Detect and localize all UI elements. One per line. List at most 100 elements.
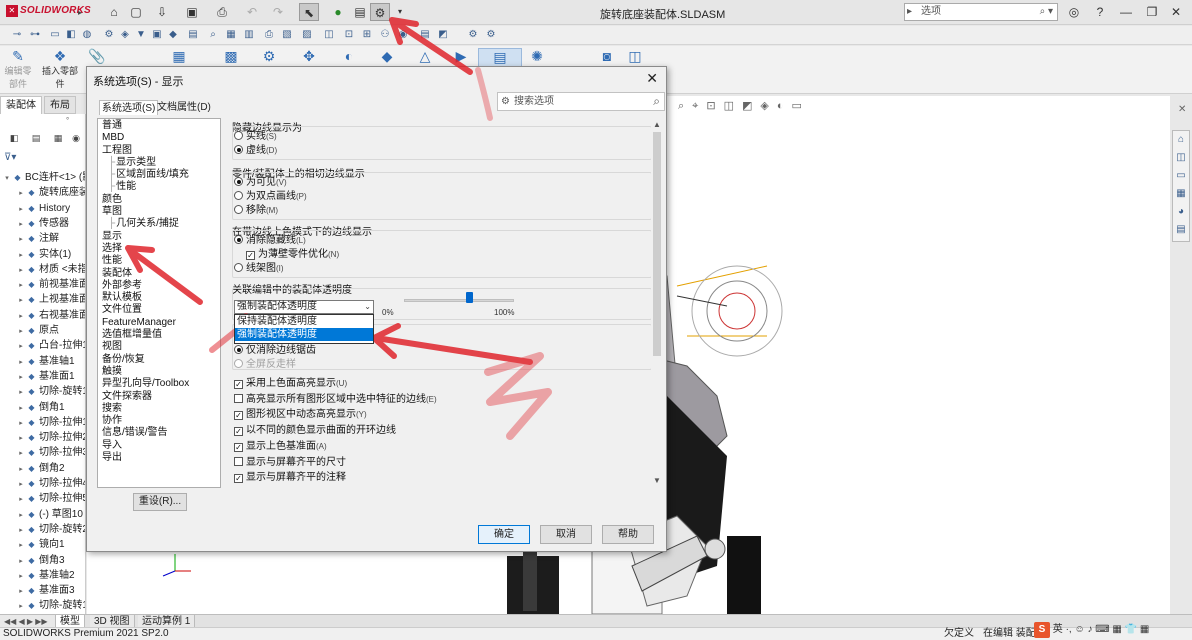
ime-toolbar[interactable]: S 英 ·, ☺ ♪ ⌨ ▦ 👕 ▦ xyxy=(1034,620,1149,638)
solidworks-resources-icon[interactable]: ⌂ xyxy=(1173,131,1189,149)
category-item[interactable]: 颜色 xyxy=(98,194,220,206)
category-item[interactable]: 备份/恢复 xyxy=(98,354,220,366)
toolbar-icon[interactable]: ◩ xyxy=(436,28,450,42)
expand-arrow-icon[interactable]: ▸ xyxy=(16,569,26,584)
toolbar-icon[interactable]: ▭ xyxy=(48,28,62,42)
design-library-icon[interactable]: ◫ xyxy=(1173,149,1189,167)
expand-arrow-icon[interactable]: ▸ xyxy=(16,492,26,507)
radio-phantom-button[interactable] xyxy=(234,191,243,200)
help-button[interactable]: 帮助 xyxy=(602,525,654,544)
radio-dashed[interactable]: 虚线(D) xyxy=(234,144,277,157)
tree-item[interactable]: ▸ ◆ 倒角3 xyxy=(16,553,64,569)
category-item[interactable]: 几何关系/捕捉 xyxy=(98,218,220,230)
tree-item[interactable]: ▸ ◆ 倒角1 xyxy=(16,400,64,415)
checkbox-box[interactable] xyxy=(234,456,243,466)
category-item[interactable]: 文件位置 xyxy=(98,304,220,316)
account-icon[interactable]: ◎ xyxy=(1064,4,1084,20)
tree-item[interactable]: ▸ ◆ 原点 xyxy=(16,323,59,338)
toolbar-icon[interactable]: ◉ xyxy=(396,28,410,42)
snapshot-button[interactable]: ◙ xyxy=(596,48,618,64)
category-item[interactable]: 搜索 xyxy=(98,403,220,415)
tree-item[interactable]: ▸ ◆ 传感器 xyxy=(16,216,69,231)
toolbar-icon[interactable]: ▤ xyxy=(418,28,432,42)
category-item[interactable]: FeatureManager xyxy=(98,317,220,329)
category-item[interactable]: 默认模板 xyxy=(98,292,220,304)
category-item[interactable]: 触摸 xyxy=(98,366,220,378)
expand-arrow-icon[interactable]: ▸ xyxy=(16,446,26,461)
expand-arrow-icon[interactable]: ▸ xyxy=(16,554,26,569)
expand-arrow-icon[interactable]: ▸ xyxy=(16,232,26,247)
view-palette-icon[interactable]: ▦ xyxy=(1173,185,1189,203)
command-search-input[interactable]: ▸ 选项 ⌕ ▾ xyxy=(904,3,1058,21)
category-item[interactable]: 区域剖面线/填充 xyxy=(98,169,220,181)
category-item[interactable]: 导出 xyxy=(98,452,220,464)
exploded-view-button[interactable]: ✺ xyxy=(526,48,548,64)
expand-arrow-icon[interactable]: ▸ xyxy=(16,523,26,538)
tab-layout[interactable]: 布局 xyxy=(44,96,76,114)
toolbar-icon[interactable]: ⊞ xyxy=(360,28,374,42)
toolbar-icon[interactable]: ◫ xyxy=(322,28,336,42)
options-gear-icon[interactable]: ⚙ xyxy=(370,3,390,21)
tree-item[interactable]: ▸◆ 旋转底座装配体 xyxy=(16,185,85,200)
tree-item[interactable]: ▸ ◆ 实体(1) xyxy=(16,247,71,262)
minimize-button[interactable]: — xyxy=(1116,4,1136,20)
category-item[interactable]: 普通 xyxy=(98,120,220,132)
checkbox-box[interactable]: ✓ xyxy=(234,442,243,452)
print-icon[interactable]: ⎙ xyxy=(212,3,232,21)
expand-arrow-icon[interactable]: ▸ xyxy=(16,324,26,339)
dim-xpert-tab-icon[interactable]: ◉ xyxy=(70,132,82,144)
new-motion-study-button[interactable]: ▶ xyxy=(450,48,472,64)
radio-visible[interactable]: 为可见(V) xyxy=(234,176,287,189)
expand-arrow-icon[interactable]: ▸ xyxy=(16,339,26,354)
move-component-button[interactable]: ✥ xyxy=(298,48,320,64)
display-option-checkbox[interactable]: ✓ 显示上色基准面(A) xyxy=(234,440,327,453)
expand-arrow-icon[interactable]: ▸ xyxy=(16,293,26,308)
assembly-features-button[interactable]: ◆ xyxy=(376,48,398,64)
dialog-close-button[interactable]: ✕ xyxy=(646,70,658,87)
toolbar-icon[interactable]: ⚙ xyxy=(484,28,498,42)
component-preview-button[interactable]: ▦ xyxy=(168,48,190,64)
tree-item[interactable]: ▸ ◆ 前视基准面 xyxy=(16,277,85,292)
tree-item[interactable]: ▸ ◆ 切除-拉伸5 xyxy=(16,491,85,507)
help-icon[interactable]: ? xyxy=(1090,4,1110,20)
toolbar-icon[interactable]: ⎙ xyxy=(262,28,276,42)
toolbar-icon[interactable]: ◆ xyxy=(166,28,180,42)
toolbar-icon[interactable]: ⌕ xyxy=(206,28,220,42)
category-item[interactable]: 草图 xyxy=(98,206,220,218)
expand-arrow-icon[interactable]: ▸ xyxy=(16,477,26,492)
filter-icon[interactable]: ⊽▾ xyxy=(4,152,16,163)
config-manager-tab-icon[interactable]: ▦ xyxy=(52,132,64,144)
checkbox-box[interactable]: ✓ xyxy=(234,427,243,437)
expand-arrow-icon[interactable]: ▾ xyxy=(2,171,12,186)
category-item[interactable]: 选值框增量值 xyxy=(98,329,220,341)
tree-item[interactable]: ▸ ◆ 上视基准面 xyxy=(16,292,85,308)
category-item[interactable]: 工程图 xyxy=(98,145,220,157)
toolbar-icon[interactable]: ⊸ xyxy=(10,28,24,42)
category-item[interactable]: 显示 xyxy=(98,231,220,243)
property-manager-tab-icon[interactable]: ▤ xyxy=(30,132,42,144)
settings-scrollbar[interactable]: ▲ ▼ xyxy=(651,118,663,488)
heads-up-view-toolbar[interactable]: ⌕⌖⊡◫◩◈◐▭ xyxy=(678,99,810,113)
checkbox-thin-part-box[interactable]: ✓ xyxy=(246,251,255,260)
toolbar-icon[interactable]: ▦ xyxy=(224,28,238,42)
expand-arrow-icon[interactable]: ▸ xyxy=(16,202,26,217)
expand-arrow-icon[interactable]: ▸ xyxy=(16,584,26,599)
transparency-slider-track[interactable] xyxy=(404,299,514,302)
large-assembly-button[interactable]: ◫ xyxy=(624,48,646,64)
mate-button[interactable]: 📎 xyxy=(86,48,108,64)
scroll-down-icon[interactable]: ▼ xyxy=(653,476,661,485)
display-option-checkbox[interactable]: ✓ 采用上色面高亮显示(U) xyxy=(234,377,347,390)
toolbar-icon[interactable]: ◈ xyxy=(118,28,132,42)
category-item[interactable]: 视图 xyxy=(98,341,220,353)
feature-manager-tab-icon[interactable]: ◧ xyxy=(8,132,20,144)
toolbar-icon[interactable]: ◧ xyxy=(64,28,78,42)
toolbar-icon[interactable]: ⚇ xyxy=(378,28,392,42)
insert-component-button[interactable]: ❖ 插入零部件 xyxy=(38,48,82,90)
tree-item[interactable]: ▸ ◆ 基准面1 xyxy=(16,369,74,385)
edit-component-button[interactable]: ✎ 编辑零部件 xyxy=(4,48,32,90)
toolbar-icon[interactable]: ▤ xyxy=(186,28,200,42)
expand-arrow-icon[interactable]: ▸ xyxy=(16,370,26,385)
expand-arrow-icon[interactable]: ▸ xyxy=(16,217,26,232)
category-item[interactable]: 性能 xyxy=(98,181,220,193)
checkbox-box[interactable]: ✓ xyxy=(234,380,243,389)
